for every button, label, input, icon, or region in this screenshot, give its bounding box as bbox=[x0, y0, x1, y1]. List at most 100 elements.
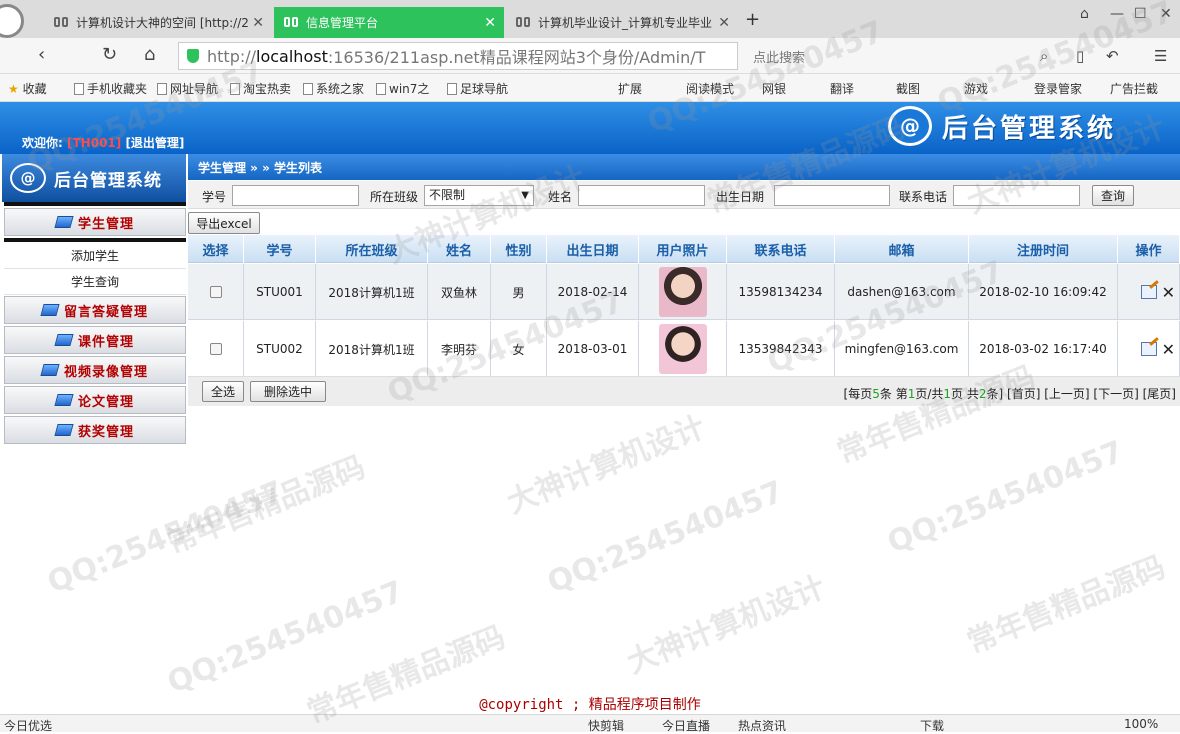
bookmark-item[interactable]: 足球导航 bbox=[447, 80, 508, 97]
games-button[interactable]: 游戏 bbox=[964, 80, 988, 97]
reading-mode-button[interactable]: 阅读模式 bbox=[686, 80, 734, 97]
sidebar-item-paper-management[interactable]: 论文管理 bbox=[4, 386, 186, 414]
birth-label: 出生日期 bbox=[716, 190, 765, 204]
status-hot-news[interactable]: 热点资讯 bbox=[738, 717, 786, 734]
status-video-editor[interactable]: 快剪辑 bbox=[588, 717, 624, 734]
sidebar-subitem-student-query[interactable]: 学生查询 bbox=[4, 269, 186, 295]
sidebar-item-label: 视频录像管理 bbox=[63, 364, 148, 380]
sidebar-item-student-management[interactable]: 学生管理 bbox=[4, 208, 186, 236]
cell-name: 双鱼林 bbox=[428, 264, 491, 320]
logout-link[interactable]: [退出管理] bbox=[125, 136, 184, 150]
sidebar-divider bbox=[4, 202, 186, 206]
reload-icon[interactable]: ↻ bbox=[102, 44, 117, 65]
new-tab-button[interactable]: + bbox=[745, 9, 760, 30]
extensions-button[interactable]: 扩展 bbox=[618, 80, 642, 97]
status-downloads[interactable]: 下载 bbox=[920, 717, 944, 734]
delete-icon[interactable]: ✕ bbox=[1162, 340, 1175, 359]
sidebar-item-courseware-management[interactable]: 课件管理 bbox=[4, 326, 186, 354]
tab-blog[interactable]: 计算机设计大神的空间 [http://2 ✕ bbox=[44, 7, 272, 38]
edit-icon[interactable] bbox=[1140, 285, 1157, 299]
search-input[interactable]: 点此搜索 bbox=[745, 42, 1060, 70]
first-page-link[interactable]: [首页] bbox=[1007, 387, 1040, 401]
back-icon[interactable]: ‹ bbox=[38, 44, 45, 65]
sidebar-logo: @ 后台管理系统 bbox=[2, 154, 186, 202]
bookmark-item[interactable]: ★ 收藏 bbox=[8, 80, 47, 97]
close-icon[interactable]: ✕ bbox=[484, 15, 496, 31]
bookmark-item[interactable]: 网址导航 bbox=[157, 80, 218, 97]
minimize-button[interactable]: — bbox=[1110, 6, 1124, 22]
student-no-input[interactable] bbox=[232, 185, 359, 206]
next-page-link[interactable]: [下一页] bbox=[1093, 387, 1138, 401]
watermark: 大神计算机设计 bbox=[502, 409, 711, 521]
tab-graduation[interactable]: 计算机毕业设计_计算机专业毕业 ✕ bbox=[506, 7, 738, 38]
status-today-picks[interactable]: 今日优选 bbox=[4, 717, 52, 734]
welcome-label: 欢迎你: bbox=[22, 136, 63, 150]
online-bank-button[interactable]: 网银 bbox=[762, 80, 786, 97]
prev-page-link[interactable]: [上一页] bbox=[1044, 387, 1089, 401]
col-actions: 操作 bbox=[1118, 235, 1180, 263]
cell-actions: ✕ bbox=[1118, 321, 1180, 377]
login-manager-button[interactable]: 登录管家 bbox=[1034, 80, 1082, 97]
address-bar[interactable]: http:// localhost :16536/211asp.net精品课程网… bbox=[178, 42, 738, 70]
screenshot-button[interactable]: 截图 bbox=[896, 80, 920, 97]
close-icon[interactable]: ✕ bbox=[718, 15, 730, 31]
breadcrumb: 学生管理 » » 学生列表 bbox=[188, 154, 1180, 180]
tab-site-icon bbox=[516, 16, 532, 29]
translate-button[interactable]: 翻译 bbox=[830, 80, 854, 97]
table-header: 选择 学号 所在班级 姓名 性别 出生日期 用户照片 联系电话 邮箱 注册时间 … bbox=[188, 235, 1180, 263]
pager-text: 条 第 bbox=[879, 387, 908, 401]
row-checkbox[interactable] bbox=[209, 286, 222, 298]
home-icon[interactable]: ⌂ bbox=[144, 44, 155, 65]
bookmark-item[interactable]: win7之 bbox=[376, 80, 429, 97]
browser-logo-icon bbox=[0, 4, 24, 38]
bookmark-item[interactable]: 淘宝热卖 bbox=[230, 80, 291, 97]
edit-icon[interactable] bbox=[1140, 342, 1157, 356]
sidebar-item-label: 留言答疑管理 bbox=[63, 304, 148, 320]
url-host: localhost bbox=[256, 46, 328, 66]
url-rest: :16536/211asp.net精品课程网站3个身份/Admin/T bbox=[327, 48, 706, 67]
bookmark-item[interactable]: 系统之家 bbox=[303, 80, 364, 97]
pager-text: 页 共 bbox=[951, 387, 979, 401]
name-input[interactable] bbox=[578, 185, 705, 206]
sidebar-logo-text: 后台管理系统 bbox=[54, 170, 162, 191]
sidebar-subitem-add-student[interactable]: 添加学生 bbox=[4, 243, 186, 269]
close-icon[interactable]: ✕ bbox=[252, 15, 264, 31]
mobile-icon[interactable]: ▯ bbox=[1076, 47, 1084, 65]
sidebar-item-video-management[interactable]: 视频录像管理 bbox=[4, 356, 186, 384]
table-row: STU002 2018计算机1班 李明芬 女 2018-03-01 135398… bbox=[188, 321, 1180, 377]
pager-text: 条] bbox=[986, 387, 1004, 401]
export-excel-button[interactable]: 导出excel bbox=[188, 212, 260, 234]
watermark: QQ:254540457 bbox=[42, 474, 289, 601]
folder-icon bbox=[54, 424, 74, 436]
window-close-button[interactable]: ✕ bbox=[1160, 6, 1172, 22]
last-page-link[interactable]: [尾页] bbox=[1143, 387, 1176, 401]
adblock-button[interactable]: 广告拦截 bbox=[1110, 80, 1158, 97]
query-button[interactable]: 查询 bbox=[1092, 185, 1134, 206]
tab-label: 计算机毕业设计_计算机专业毕业 bbox=[538, 16, 713, 30]
delete-selected-button[interactable]: 删除选中 bbox=[250, 381, 326, 402]
row-checkbox[interactable] bbox=[209, 343, 222, 355]
navigation-bar: ‹ ↻ ⌂ http:// localhost :16536/211asp.ne… bbox=[0, 38, 1180, 74]
class-select[interactable]: 不限制 ▼ bbox=[424, 185, 534, 206]
cell-email: mingfen@163.com bbox=[835, 321, 969, 377]
sidebar-item-qa-management[interactable]: 留言答疑管理 bbox=[4, 296, 186, 324]
phone-input[interactable] bbox=[953, 185, 1080, 206]
folder-icon bbox=[54, 216, 74, 228]
skin-icon[interactable]: ⌂ bbox=[1080, 6, 1089, 22]
select-all-button[interactable]: 全选 bbox=[202, 381, 244, 402]
dropdown-arrow-icon: ▼ bbox=[521, 190, 529, 201]
status-live[interactable]: 今日直播 bbox=[662, 717, 710, 734]
bookmarks-bar: ★ 收藏 手机收藏夹 网址导航 淘宝热卖 系统之家 win7之 足球导航 扩展 … bbox=[0, 74, 1180, 102]
menu-icon[interactable]: ☰ bbox=[1154, 47, 1167, 65]
search-icon[interactable]: ⌕ bbox=[1040, 47, 1048, 65]
maximize-button[interactable]: ☐ bbox=[1134, 6, 1147, 22]
bookmark-item[interactable]: 手机收藏夹 bbox=[74, 80, 147, 97]
birth-input[interactable] bbox=[774, 185, 890, 206]
class-select-value: 不限制 bbox=[429, 188, 466, 202]
cell-gender: 男 bbox=[491, 264, 547, 320]
zoom-level[interactable]: 100% bbox=[1124, 717, 1158, 731]
sidebar-item-award-management[interactable]: 获奖管理 bbox=[4, 416, 186, 444]
undo-icon[interactable]: ↶ bbox=[1106, 47, 1119, 65]
tab-info-platform[interactable]: 信息管理平台 ✕ bbox=[274, 7, 504, 38]
delete-icon[interactable]: ✕ bbox=[1162, 283, 1175, 302]
